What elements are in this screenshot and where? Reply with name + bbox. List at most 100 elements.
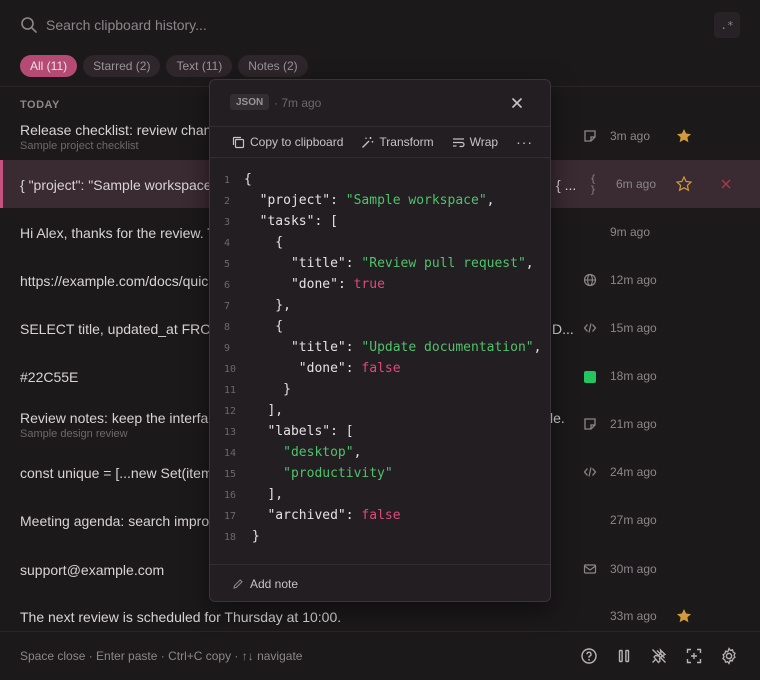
search-bar: .* [0,0,760,50]
unpin-icon[interactable] [650,647,668,665]
item-title-tail: D... [552,321,574,337]
line-number: 2 [224,196,231,207]
line-number: 11 [224,385,237,396]
item-title: The next review is scheduled for Thursda… [20,609,342,625]
regex-toggle-button[interactable]: .* [714,12,740,38]
item-title: support@example.com [20,562,165,578]
item-time: 15m ago [610,321,657,335]
item-title: #22C55E [20,369,79,385]
line-content: "productivity" [283,466,393,481]
copy-to-clipboard-button[interactable]: Copy to clipboard [232,135,343,149]
item-title: Hi Alex, thanks for the review. T [20,225,216,241]
divider [0,631,760,632]
line-number: 6 [224,280,231,291]
note-icon [584,130,596,142]
line-content: { [244,319,284,334]
line-number: 3 [224,217,231,228]
item-time: 3m ago [610,129,651,143]
item-title: { "project": "Sample workspace [20,177,212,193]
line-number: 9 [224,343,231,354]
line-content: "done": false [298,361,401,376]
add-note-label: Add note [250,576,299,591]
item-time: 6m ago [616,177,657,191]
filter-chips: All (11) Starred (2) Text (11) Notes (2) [20,55,308,77]
copy-label: Copy to clipboard [250,135,344,149]
pause-icon[interactable] [615,647,633,665]
popover-time: · 7m ago [274,96,322,110]
magic-wand-icon [362,136,374,148]
line-number: 12 [224,406,237,417]
settings-gear-icon[interactable] [720,647,738,665]
star-filled-icon[interactable] [676,128,692,144]
transform-button[interactable]: Transform [361,135,434,149]
item-title-tail: { ... [556,177,577,193]
line-content: "title": "Review pull request", [290,256,534,271]
star-outline-icon[interactable] [676,176,692,192]
help-icon[interactable] [580,647,598,665]
line-number: 14 [224,448,237,459]
color-swatch-icon [583,370,597,384]
line-content: ], [244,403,284,418]
wrap-button[interactable]: Wrap [452,135,498,149]
copy-icon [232,136,245,148]
line-content: "desktop", [283,445,362,460]
item-title: Review notes: keep the interfac [20,410,216,426]
filter-all-chip[interactable]: All (11) [20,55,78,77]
pencil-icon [233,578,243,589]
item-title: SELECT title, updated_at FROM [20,321,223,337]
color-swatch [584,371,596,383]
filter-notes-chip[interactable]: Notes (2) [238,55,308,77]
filter-text-chip[interactable]: Text (11) [166,55,233,77]
line-content: "tasks": [ [259,214,338,229]
item-subtitle: Sample project checklist [20,140,139,152]
line-number: 18 [224,532,237,543]
add-note-button[interactable]: Add note [210,564,550,602]
keyboard-hints: Space close · Enter paste · Ctrl+C copy … [20,649,303,663]
item-title: https://example.com/docs/quic [20,273,209,289]
popover-header: JSON · 7m ago [210,80,550,126]
line-number: 1 [224,175,231,186]
preview-popover: JSON · 7m ago Copy to clipboard Transfor… [209,79,551,602]
language-badge: JSON [230,94,270,110]
search-input[interactable] [46,17,714,33]
line-content: "labels": [ [267,424,354,439]
line-content: { [244,172,252,187]
item-title: Meeting agenda: search impro [20,513,210,529]
line-number: 16 [224,490,237,501]
line-content: "title": "Update documentation", [290,340,542,355]
mail-icon [583,564,597,574]
line-content: "done": true [290,277,385,292]
line-number: 8 [224,322,231,333]
item-title-tail: le. [550,410,565,426]
star-filled-icon[interactable] [676,608,692,624]
close-icon[interactable] [510,96,524,110]
filter-starred-chip[interactable]: Starred (2) [83,55,161,77]
line-number: 10 [224,364,237,375]
item-title: const unique = [...new Set(item [20,465,213,481]
section-label: TODAY [20,99,60,111]
line-number: 4 [224,238,231,249]
line-number: 13 [224,427,237,438]
item-time: 33m ago [610,609,657,623]
more-options-button[interactable]: ··· [516,134,533,150]
line-content: ], [244,487,284,502]
wrap-lines-icon [452,137,465,147]
line-number: 17 [224,511,237,522]
line-number: 7 [224,301,231,312]
search-icon [21,17,37,33]
delete-icon[interactable] [719,177,733,191]
item-time: 27m ago [610,513,657,527]
line-number: 15 [224,469,237,480]
code-icon [583,323,597,333]
wrap-label: Wrap [469,135,499,149]
line-content: }, [244,298,291,313]
json-braces-icon: { } [590,174,597,196]
line-content: { [244,235,284,250]
line-content: "archived": false [267,508,401,523]
screenshot-icon[interactable] [685,647,703,665]
footer-toolbar [580,647,738,665]
line-content: } [244,382,291,397]
popover-toolbar: Copy to clipboard Transform Wrap ··· [210,126,550,158]
line-content: "project": "Sample workspace", [259,193,495,208]
globe-icon [583,273,597,287]
